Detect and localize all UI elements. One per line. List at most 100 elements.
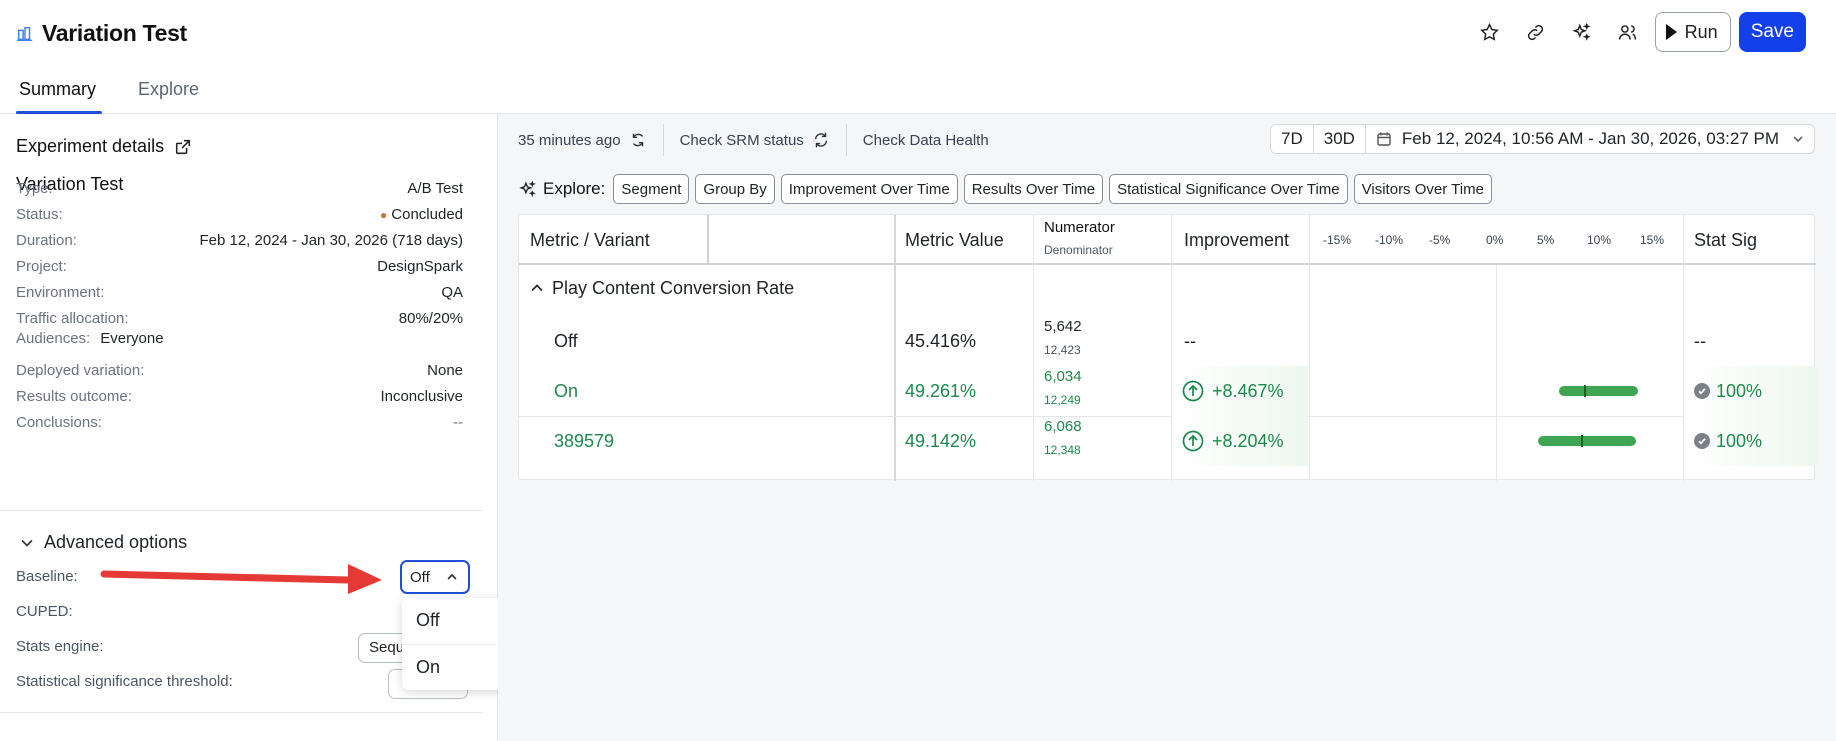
title-wrap: Variation Test — [16, 20, 187, 47]
metric-value-389579: 49.142% — [905, 430, 977, 451]
stat-sig-off: -- — [1694, 330, 1706, 351]
detail-row-project: Project: DesignSpark — [16, 254, 463, 278]
variant-off: Off — [554, 330, 578, 351]
run-button[interactable]: Run — [1654, 12, 1731, 52]
detail-value: Everyone — [100, 330, 164, 347]
status-text: Concluded — [391, 205, 463, 223]
tab-bar: Summary Explore — [16, 76, 202, 114]
chip-improvement-over-time[interactable]: Improvement Over Time — [780, 174, 958, 204]
confidence-bar-389579 — [1538, 436, 1636, 446]
arrow-up-circle-icon — [1182, 430, 1204, 452]
range-7d-button[interactable]: 7D — [1271, 125, 1314, 153]
ai-assist-button[interactable] — [1563, 12, 1601, 52]
favorite-button[interactable] — [1471, 12, 1509, 52]
detail-value: 80%/20% — [398, 309, 463, 327]
stat-sig-on: 100% — [1716, 380, 1763, 401]
chevron-up-icon — [447, 573, 457, 580]
play-icon — [1665, 24, 1677, 40]
refresh-button[interactable]: 35 minutes ago — [518, 131, 663, 149]
confidence-bar-point-on — [1583, 385, 1586, 397]
detail-label: Status: — [16, 205, 63, 223]
scale-label: -10% — [1375, 233, 1404, 247]
divider — [0, 510, 483, 511]
confidence-bar-point-389579 — [1581, 435, 1584, 447]
page-title: Variation Test — [42, 20, 187, 46]
denominator-on: 12,249 — [1044, 393, 1081, 407]
results-panel: 35 minutes ago Check SRM status Check Da… — [498, 114, 1836, 741]
tab-summary[interactable]: Summary — [16, 76, 103, 114]
chip-results-over-time[interactable]: Results Over Time — [963, 174, 1104, 204]
advanced-options-toggle[interactable]: Advanced options — [20, 532, 187, 553]
date-range-picker[interactable]: Feb 12, 2024, 10:56 AM - Jan 30, 2026, 0… — [1366, 125, 1814, 153]
explore-chips-row: Explore: Segment Group By Improvement Ov… — [518, 174, 1492, 204]
improvement-cell-on: +8.467% — [1172, 366, 1308, 416]
detail-row-conclusions: Conclusions: -- — [16, 410, 463, 434]
chip-stat-sig-over-time[interactable]: Statistical Significance Over Time — [1109, 174, 1348, 204]
detail-label: Environment: — [16, 283, 105, 301]
range-30d-button[interactable]: 30D — [1314, 125, 1366, 153]
detail-label: Type: — [16, 179, 53, 197]
explore-label: Explore: — [543, 179, 606, 198]
detail-value: QA — [441, 283, 463, 301]
baseline-select[interactable]: Off — [400, 560, 470, 594]
improvement-389579: +8.204% — [1212, 430, 1284, 451]
cuped-label: CUPED: — [16, 603, 73, 620]
table-header-row — [519, 215, 1816, 265]
results-table: Metric / Variant Metric Value Numerator … — [518, 214, 1818, 481]
detail-value: None — [427, 361, 463, 379]
zero-line — [1496, 265, 1497, 481]
detail-label: Results outcome: — [16, 387, 132, 405]
check-srm-button[interactable]: Check SRM status — [664, 131, 846, 149]
metric-value-on: 49.261% — [905, 380, 977, 401]
numerator-389579: 6,068 — [1044, 418, 1082, 435]
scale-label: -5% — [1429, 233, 1451, 247]
scale-label: 0% — [1486, 233, 1504, 247]
star-icon — [1480, 22, 1499, 41]
stat-sig-389579: 100% — [1716, 430, 1763, 451]
detail-label: Duration: — [16, 231, 77, 249]
tab-summary-label: Summary — [19, 79, 97, 99]
column-resize-handle[interactable] — [707, 215, 709, 265]
scale-label: 10% — [1587, 233, 1612, 247]
header-numerator: Numerator — [1044, 219, 1115, 236]
date-range-controls: 7D 30D Feb 12, 2024, 10:56 AM - Jan 30, … — [1270, 124, 1815, 154]
column-divider — [1033, 215, 1034, 481]
chip-visitors-over-time[interactable]: Visitors Over Time — [1353, 174, 1492, 204]
column-divider — [894, 215, 896, 481]
page-header: Variation Test Summary Explore Run Save — [0, 0, 1836, 114]
last-updated-text: 35 minutes ago — [518, 131, 621, 149]
share-users-button[interactable] — [1609, 12, 1647, 52]
chip-segment[interactable]: Segment — [613, 174, 690, 204]
detail-row-status: Status: ● Concluded — [16, 202, 463, 226]
experiment-details-heading: Experiment details — [16, 136, 192, 157]
tab-explore[interactable]: Explore — [135, 76, 202, 114]
detail-value: Inconclusive — [380, 387, 463, 405]
detail-label: Project: — [16, 257, 67, 275]
check-data-health-button[interactable]: Check Data Health — [847, 132, 1005, 149]
detail-value: DesignSpark — [377, 257, 463, 275]
calendar-icon — [1377, 132, 1391, 146]
detail-value: -- — [453, 413, 463, 431]
refresh-icon — [632, 133, 643, 147]
external-link-icon[interactable] — [174, 138, 192, 156]
improvement-off: -- — [1184, 330, 1196, 351]
baseline-value: Off — [410, 568, 430, 586]
header-metric-value: Metric Value — [905, 229, 1004, 250]
copy-link-button[interactable] — [1517, 12, 1555, 52]
detail-row-duration: Duration: Feb 12, 2024 - Jan 30, 2026 (7… — [16, 228, 463, 252]
detail-row-audiences: Audiences: Everyone — [16, 330, 164, 347]
chevron-up-icon — [531, 284, 543, 292]
baseline-label: Baseline: — [16, 568, 78, 585]
chip-group-by[interactable]: Group By — [695, 174, 775, 204]
header-actions: Run Save — [1471, 12, 1806, 52]
improvement-on: +8.467% — [1212, 380, 1284, 401]
numerator-on: 6,034 — [1044, 368, 1082, 385]
stat-sig-cell-on: 100% — [1684, 366, 1818, 416]
numerator-off: 5,642 — [1044, 318, 1082, 335]
save-button[interactable]: Save — [1738, 12, 1806, 52]
chevron-down-icon — [1793, 136, 1803, 143]
sparkle-icon — [519, 180, 536, 197]
variant-389579: 389579 — [554, 430, 615, 451]
users-icon — [1619, 24, 1637, 40]
metric-group-toggle[interactable]: Play Content Conversion Rate — [530, 268, 794, 308]
